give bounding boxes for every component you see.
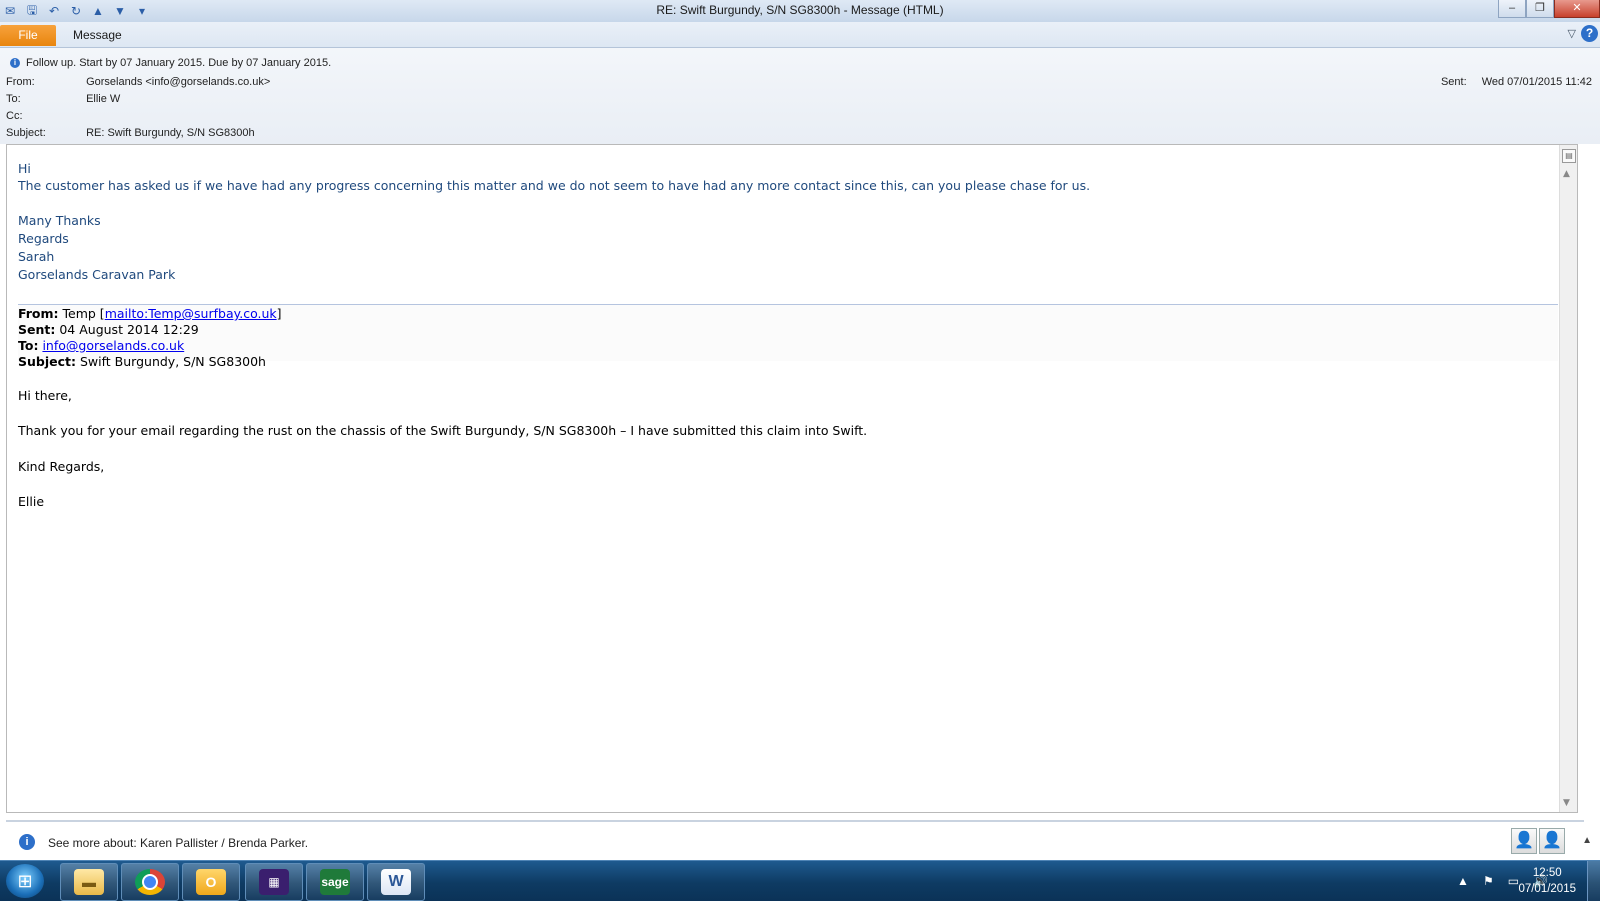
message-header: i Follow up. Start by 07 January 2015. D… xyxy=(0,48,1600,144)
people-avatars: 👤 👤 xyxy=(1511,828,1565,854)
sent-row: Sent: Wed 07/01/2015 11:42 xyxy=(1441,76,1592,88)
tab-message[interactable]: Message xyxy=(73,28,122,42)
to-value[interactable]: Ellie W xyxy=(86,93,120,105)
original-signature: Ellie xyxy=(18,494,45,509)
network-icon[interactable]: ▭ xyxy=(1508,874,1519,888)
subject-row: Subject: RE: Swift Burgundy, S/N SG8300h xyxy=(6,127,255,139)
scroll-down-arrow-icon[interactable]: ▼ xyxy=(1563,798,1570,808)
taskbar-sage[interactable]: sage xyxy=(306,863,364,901)
chrome-icon xyxy=(135,869,165,895)
taskbar-clock[interactable]: 12:50 07/01/2015 xyxy=(1518,865,1576,897)
outlook-icon: O xyxy=(196,869,226,895)
folder-icon: ▬ xyxy=(74,869,104,895)
taskbar-word[interactable]: W xyxy=(367,863,425,901)
original-greeting: Hi there, xyxy=(18,388,72,403)
original-sent-value: 04 August 2014 12:29 xyxy=(59,322,199,337)
tab-file[interactable]: File xyxy=(0,25,56,46)
original-from-row: From: Temp [mailto:Temp@surfbay.co.uk] xyxy=(18,306,282,321)
original-to-row: To: info@gorselands.co.uk xyxy=(18,338,184,353)
taskbar-chrome[interactable] xyxy=(121,863,179,901)
sent-value: Wed 07/01/2015 11:42 xyxy=(1481,76,1592,88)
original-subject-row: Subject: Swift Burgundy, S/N SG8300h xyxy=(18,354,266,369)
people-pane-text[interactable]: See more about: Karen Pallister / Brenda… xyxy=(48,836,308,850)
clock-time: 12:50 xyxy=(1532,867,1562,879)
person-avatar-icon[interactable]: 👤 xyxy=(1539,828,1565,854)
original-from-label: From: xyxy=(18,306,59,321)
body-regards: Regards xyxy=(18,231,69,246)
follow-up-text: Follow up. Start by 07 January 2015. Due… xyxy=(26,57,332,69)
start-button[interactable]: ⊞ xyxy=(6,864,44,898)
clock-date: 07/01/2015 xyxy=(1518,883,1576,895)
help-icon[interactable]: ? xyxy=(1581,25,1598,42)
from-value[interactable]: Gorselands <info@gorselands.co.uk> xyxy=(86,76,270,88)
from-row: From: Gorselands <info@gorselands.co.uk> xyxy=(6,76,270,88)
original-sent-row: Sent: 04 August 2014 12:29 xyxy=(18,322,199,337)
vertical-scrollbar[interactable]: ▤ ▲ ▼ xyxy=(1559,145,1577,812)
window-controls: – ❐ ✕ xyxy=(1498,0,1600,18)
taskbar-calendar-app[interactable]: ▦ xyxy=(245,863,303,901)
word-icon: W xyxy=(381,869,411,895)
sent-label: Sent: xyxy=(1440,76,1467,88)
calendar-grid-icon: ▦ xyxy=(259,869,289,895)
expand-people-pane-icon[interactable]: ▲ xyxy=(1582,835,1592,846)
taskbar-explorer[interactable]: ▬ xyxy=(60,863,118,901)
close-button[interactable]: ✕ xyxy=(1554,0,1600,18)
to-row: To: Ellie W xyxy=(6,93,120,105)
cc-label: Cc: xyxy=(6,110,23,122)
to-label: To: xyxy=(6,93,21,105)
action-center-flag-icon[interactable]: ⚑ xyxy=(1483,874,1494,888)
original-subject-value: Swift Burgundy, S/N SG8300h xyxy=(79,354,266,369)
message-body[interactable]: Hi The customer has asked us if we have … xyxy=(6,144,1578,813)
info-icon: i xyxy=(10,58,20,68)
follow-up-infobar[interactable]: i Follow up. Start by 07 January 2015. D… xyxy=(10,57,331,69)
minimize-button[interactable]: – xyxy=(1498,0,1526,18)
original-subject-label: Subject: xyxy=(18,354,76,369)
window-title-bar: ✉ 🖫 ↶ ↻ ▲ ▼ ▾ RE: Swift Burgundy, S/N SG… xyxy=(0,0,1600,23)
subject-label: Subject: xyxy=(6,127,46,139)
show-desktop-button[interactable] xyxy=(1587,861,1600,901)
cc-row: Cc: xyxy=(6,110,83,122)
original-kind-regards: Kind Regards, xyxy=(18,459,105,474)
from-label: From: xyxy=(6,76,35,88)
info-icon: i xyxy=(19,834,35,850)
restore-button[interactable]: ❐ xyxy=(1526,0,1554,18)
people-pane: i See more about: Karen Pallister / Bren… xyxy=(0,823,1600,860)
taskbar-outlook[interactable]: O xyxy=(182,863,240,901)
original-from-name: Temp xyxy=(62,306,96,321)
window-title: RE: Swift Burgundy, S/N SG8300h - Messag… xyxy=(656,3,944,17)
body-sender-name: Sarah xyxy=(18,249,55,264)
subject-value: RE: Swift Burgundy, S/N SG8300h xyxy=(86,127,255,139)
original-to-link[interactable]: info@gorselands.co.uk xyxy=(42,338,184,353)
scroll-up-arrow-icon[interactable]: ▲ xyxy=(1563,169,1570,179)
original-paragraph: Thank you for your email regarding the r… xyxy=(18,423,868,438)
person-avatar-icon[interactable]: 👤 xyxy=(1511,828,1537,854)
original-to-label: To: xyxy=(18,338,39,353)
people-pane-splitter[interactable] xyxy=(6,820,1584,822)
show-hidden-icons-icon[interactable]: ▲ xyxy=(1457,874,1469,888)
body-thanks: Many Thanks xyxy=(18,213,101,228)
body-company: Gorselands Caravan Park xyxy=(18,267,176,282)
original-from-link[interactable]: mailto:Temp@surfbay.co.uk xyxy=(105,306,277,321)
minimize-ribbon-icon[interactable]: ▽ xyxy=(1568,27,1576,40)
windows-taskbar: ⊞ ▬ O ▦ sage W ▲ ⚑ ▭ 🔊 12:50 07/01/2015 xyxy=(0,860,1600,901)
sage-icon: sage xyxy=(320,869,350,895)
ribbon-tabs: File Message ▽ ? xyxy=(0,22,1600,48)
view-options-icon[interactable]: ▤ xyxy=(1562,149,1576,163)
original-sent-label: Sent: xyxy=(18,322,56,337)
body-greeting: Hi xyxy=(18,161,31,176)
body-line-1: The customer has asked us if we have had… xyxy=(18,178,1091,193)
